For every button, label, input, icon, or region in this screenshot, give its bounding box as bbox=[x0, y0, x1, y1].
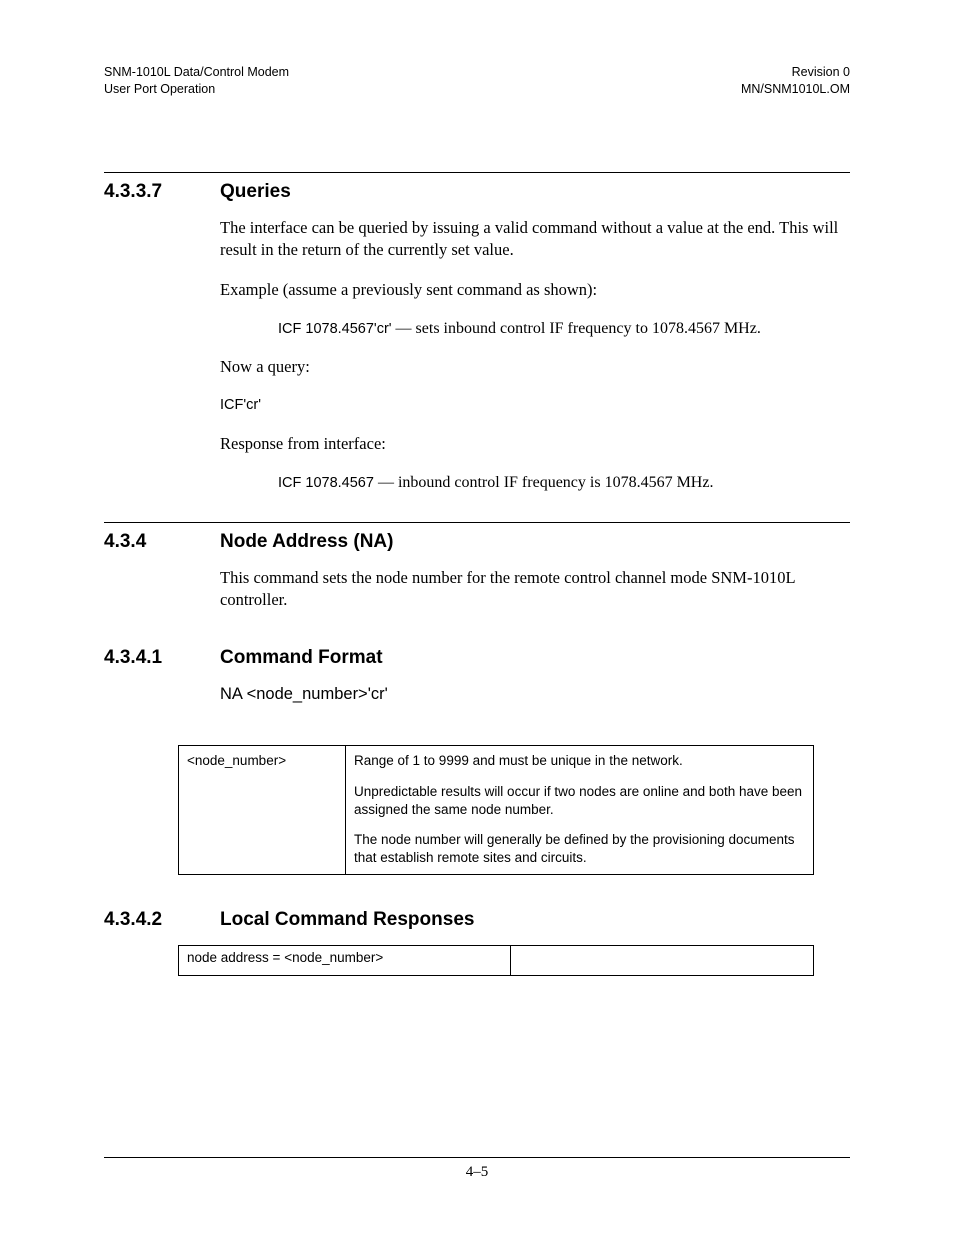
section-rule bbox=[104, 522, 850, 523]
header-left-line1: SNM-1010L Data/Control Modem bbox=[104, 64, 289, 81]
paragraph: Example (assume a previously sent comman… bbox=[220, 279, 850, 301]
page-number: 4–5 bbox=[104, 1164, 850, 1181]
header-left-line2: User Port Operation bbox=[104, 81, 289, 98]
section-body: NA <node_number>'cr' bbox=[220, 683, 850, 705]
query-command: ICF'cr' bbox=[220, 396, 850, 416]
section-number: 4.3.4 bbox=[104, 531, 220, 553]
section-heading-command-format: 4.3.4.1 Command Format bbox=[104, 647, 850, 669]
running-header: SNM-1010L Data/Control Modem User Port O… bbox=[104, 64, 850, 98]
parameter-name-cell: <node_number> bbox=[179, 746, 346, 874]
footer-rule bbox=[104, 1157, 850, 1158]
section-title: Queries bbox=[220, 181, 291, 203]
response-description: — inbound control IF frequency is 1078.4… bbox=[374, 474, 714, 491]
response-command: ICF 1078.4567 bbox=[278, 475, 374, 491]
parameter-description-cell: Range of 1 to 9999 and must be unique in… bbox=[346, 746, 814, 874]
paragraph: The interface can be queried by issuing … bbox=[220, 217, 850, 262]
section-title: Local Command Responses bbox=[220, 909, 474, 931]
paragraph: Now a query: bbox=[220, 356, 850, 378]
parameter-table: <node_number> Range of 1 to 9999 and mus… bbox=[178, 745, 814, 874]
response-cell: node address = <node_number> bbox=[179, 945, 511, 975]
section-rule bbox=[104, 172, 850, 173]
example-line: ICF 1078.4567'cr' — sets inbound control… bbox=[278, 320, 850, 338]
response-table: node address = <node_number> bbox=[178, 945, 814, 976]
page-footer: 4–5 bbox=[104, 1157, 850, 1181]
section-title: Node Address (NA) bbox=[220, 531, 393, 553]
section-heading-queries: 4.3.3.7 Queries bbox=[104, 181, 850, 203]
paragraph: This command sets the node number for th… bbox=[220, 567, 850, 612]
header-right-line1: Revision 0 bbox=[741, 64, 850, 81]
parameter-paragraph: The node number will generally be define… bbox=[354, 831, 805, 867]
response-line: ICF 1078.4567 — inbound control IF frequ… bbox=[278, 474, 850, 492]
section-title: Command Format bbox=[220, 647, 383, 669]
section-body: This command sets the node number for th… bbox=[220, 567, 850, 612]
content: 4.3.3.7 Queries The interface can be que… bbox=[104, 172, 850, 976]
section-number: 4.3.4.1 bbox=[104, 647, 220, 669]
table-row: node address = <node_number> bbox=[179, 945, 814, 975]
header-left: SNM-1010L Data/Control Modem User Port O… bbox=[104, 64, 289, 98]
page: SNM-1010L Data/Control Modem User Port O… bbox=[0, 0, 954, 1235]
header-right-line2: MN/SNM1010L.OM bbox=[741, 81, 850, 98]
section-heading-node-address: 4.3.4 Node Address (NA) bbox=[104, 531, 850, 553]
parameter-paragraph: Unpredictable results will occur if two … bbox=[354, 783, 805, 819]
header-right: Revision 0 MN/SNM1010L.OM bbox=[741, 64, 850, 98]
table-row: <node_number> Range of 1 to 9999 and mus… bbox=[179, 746, 814, 874]
parameter-paragraph: Range of 1 to 9999 and must be unique in… bbox=[354, 752, 805, 770]
section-body: The interface can be queried by issuing … bbox=[220, 217, 850, 492]
example-command: ICF 1078.4567'cr' bbox=[278, 321, 392, 337]
response-cell-empty bbox=[511, 945, 814, 975]
section-number: 4.3.4.2 bbox=[104, 909, 220, 931]
paragraph: Response from interface: bbox=[220, 433, 850, 455]
section-number: 4.3.3.7 bbox=[104, 181, 220, 203]
section-heading-local-command-responses: 4.3.4.2 Local Command Responses bbox=[104, 909, 850, 931]
example-description: — sets inbound control IF frequency to 1… bbox=[392, 320, 761, 337]
command-syntax: NA <node_number>'cr' bbox=[220, 683, 850, 705]
